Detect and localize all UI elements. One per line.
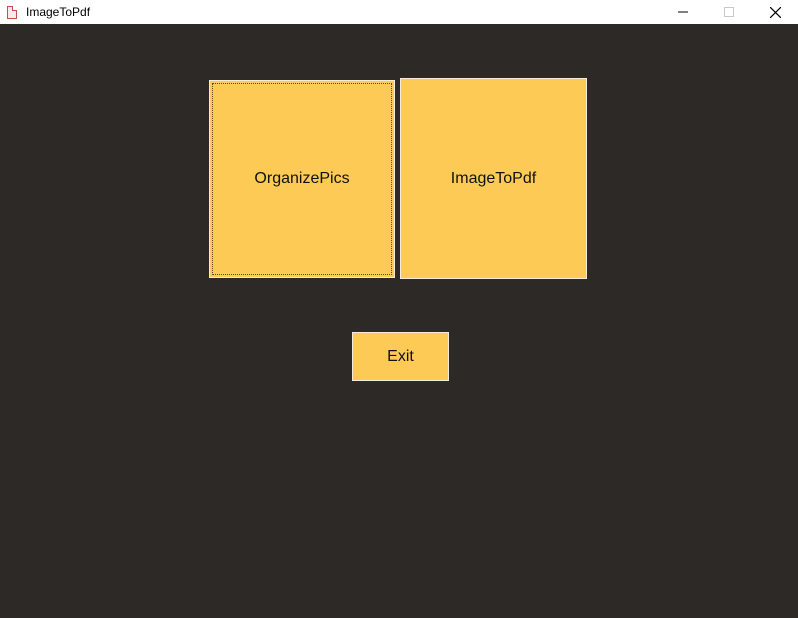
maximize-button[interactable] xyxy=(706,0,752,24)
minimize-button[interactable] xyxy=(660,0,706,24)
window-controls xyxy=(660,0,798,24)
image-to-pdf-button[interactable]: ImageToPdf xyxy=(400,78,587,279)
exit-button[interactable]: Exit xyxy=(352,332,449,381)
close-button[interactable] xyxy=(752,0,798,24)
title-bar[interactable]: ImageToPdf xyxy=(0,0,798,24)
app-window: ImageToPdf OrganizePics ImageToPdf Exit xyxy=(0,0,798,618)
close-icon xyxy=(769,6,781,18)
minimize-icon xyxy=(678,11,688,13)
maximize-icon xyxy=(724,7,734,17)
window-title: ImageToPdf xyxy=(26,5,91,19)
pdf-file-icon xyxy=(7,5,17,19)
organize-pics-button[interactable]: OrganizePics xyxy=(209,80,395,278)
main-panel: OrganizePics ImageToPdf Exit xyxy=(0,24,798,618)
